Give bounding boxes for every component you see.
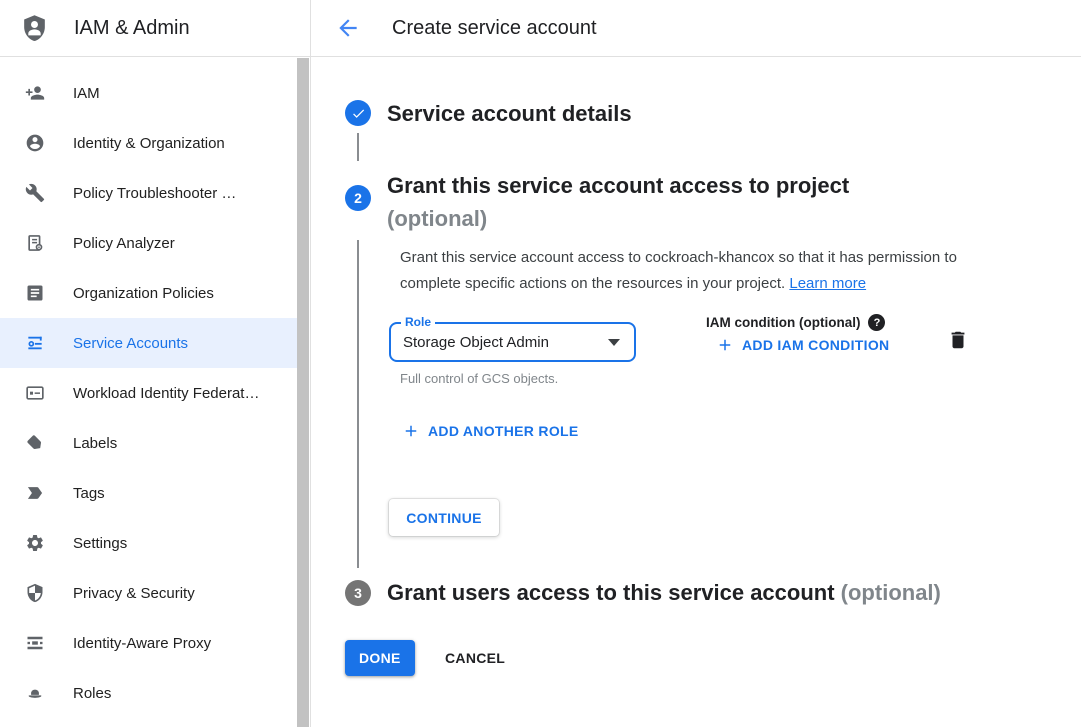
main-content: Service account details 2 Grant this ser… [311,57,1081,727]
step2-heading: Grant this service account access to pro… [387,169,849,235]
sidebar-nav: IAM Identity & Organization Policy Troub… [0,68,297,718]
plus-icon [716,336,734,354]
account-circle-icon [25,133,45,153]
step3-number: 3 [354,585,362,601]
step3-optional-label: (optional) [841,580,941,605]
sidebar-item-label: Roles [73,685,111,702]
proxy-icon [25,633,45,653]
learn-more-link[interactable]: Learn more [789,275,866,292]
step2-optional-label: (optional) [387,202,849,235]
sidebar-item-policy-analyzer[interactable]: Policy Analyzer [0,218,297,268]
gear-icon [25,533,45,553]
done-button[interactable]: DONE [345,640,415,676]
article-icon [25,283,45,303]
hat-icon [25,683,45,703]
sidebar-item-label: Labels [73,435,117,452]
sidebar-item-label: Service Accounts [73,335,188,352]
sidebar-item-label: Identity-Aware Proxy [73,635,211,652]
back-button[interactable] [335,15,361,41]
id-card-icon [25,383,45,403]
policy-analyzer-icon [25,233,45,253]
role-field-wrapper: Role Storage Object Admin [389,322,636,362]
label-icon [25,433,45,453]
page-title: Create service account [392,17,597,40]
sidebar-item-label: Workload Identity Federat… [73,385,259,402]
sidebar-item-privacy-security[interactable]: Privacy & Security [0,568,297,618]
app-title: IAM & Admin [74,17,190,40]
trash-icon [947,328,969,352]
sidebar-item-settings[interactable]: Settings [0,518,297,568]
stepper-connector [357,240,359,568]
step1-title: Service account details [387,101,632,127]
delete-role-button[interactable] [947,328,969,352]
step2-active-circle: 2 [345,185,371,211]
step2-number: 2 [354,190,362,206]
sidebar-item-label: Settings [73,535,127,552]
sidebar-item-label: Identity & Organization [73,135,225,152]
shield-half-icon [25,583,45,603]
role-helper-text: Full control of GCS objects. [400,371,558,386]
continue-button[interactable]: CONTINUE [389,499,499,536]
iam-condition-label: IAM condition (optional) [706,315,860,330]
sidebar-item-label: Tags [73,485,105,502]
iam-admin-shield-person-icon [19,13,50,44]
sidebar-item-label: Organization Policies [73,285,214,302]
page-header: Create service account [311,0,1081,57]
role-select[interactable]: Role Storage Object Admin [389,322,636,362]
step2-title: Grant this service account access to pro… [387,169,849,202]
cancel-button[interactable]: CANCEL [437,640,513,676]
chevron-down-icon [608,339,620,346]
stepper-connector [357,133,359,161]
sidebar-item-service-accounts[interactable]: Service Accounts [0,318,297,368]
role-selected-value: Storage Object Admin [403,334,608,351]
arrow-left-icon [335,15,361,41]
sidebar-item-labels[interactable]: Labels [0,418,297,468]
person-add-icon [25,83,45,103]
role-field-label: Role [401,315,435,329]
help-icon[interactable]: ? [868,314,885,331]
add-iam-condition-button[interactable]: ADD IAM CONDITION [716,336,889,354]
iam-condition-header: IAM condition (optional) ? [706,314,885,331]
sidebar-item-label: Policy Analyzer [73,235,175,252]
step3-pending-circle: 3 [345,580,371,606]
step2-description: Grant this service account access to coc… [400,245,988,296]
sidebar-scrollbar[interactable] [297,58,309,727]
plus-icon [402,422,420,440]
sidebar-item-workload-identity-federation[interactable]: Workload Identity Federat… [0,368,297,418]
sidebar-item-label: IAM [73,85,100,102]
check-icon [351,106,366,121]
sidebar-item-identity-organization[interactable]: Identity & Organization [0,118,297,168]
sidebar-item-roles[interactable]: Roles [0,668,297,718]
sidebar-item-tags[interactable]: Tags [0,468,297,518]
tag-icon [25,483,45,503]
step3-title: Grant users access to this service accou… [387,580,835,605]
sidebar-item-label: Policy Troubleshooter … [73,185,236,202]
sidebar-item-label: Privacy & Security [73,585,195,602]
sidebar: IAM & Admin IAM Identity & Organization … [0,0,311,727]
service-account-icon [25,333,45,353]
sidebar-item-organization-policies[interactable]: Organization Policies [0,268,297,318]
add-another-role-button[interactable]: ADD ANOTHER ROLE [402,422,579,440]
step1-completed-circle [345,100,371,126]
sidebar-header: IAM & Admin [0,0,310,57]
step3-heading: Grant users access to this service accou… [387,580,941,606]
sidebar-item-policy-troubleshooter[interactable]: Policy Troubleshooter … [0,168,297,218]
sidebar-item-iam[interactable]: IAM [0,68,297,118]
sidebar-item-identity-aware-proxy[interactable]: Identity-Aware Proxy [0,618,297,668]
wrench-icon [25,183,45,203]
